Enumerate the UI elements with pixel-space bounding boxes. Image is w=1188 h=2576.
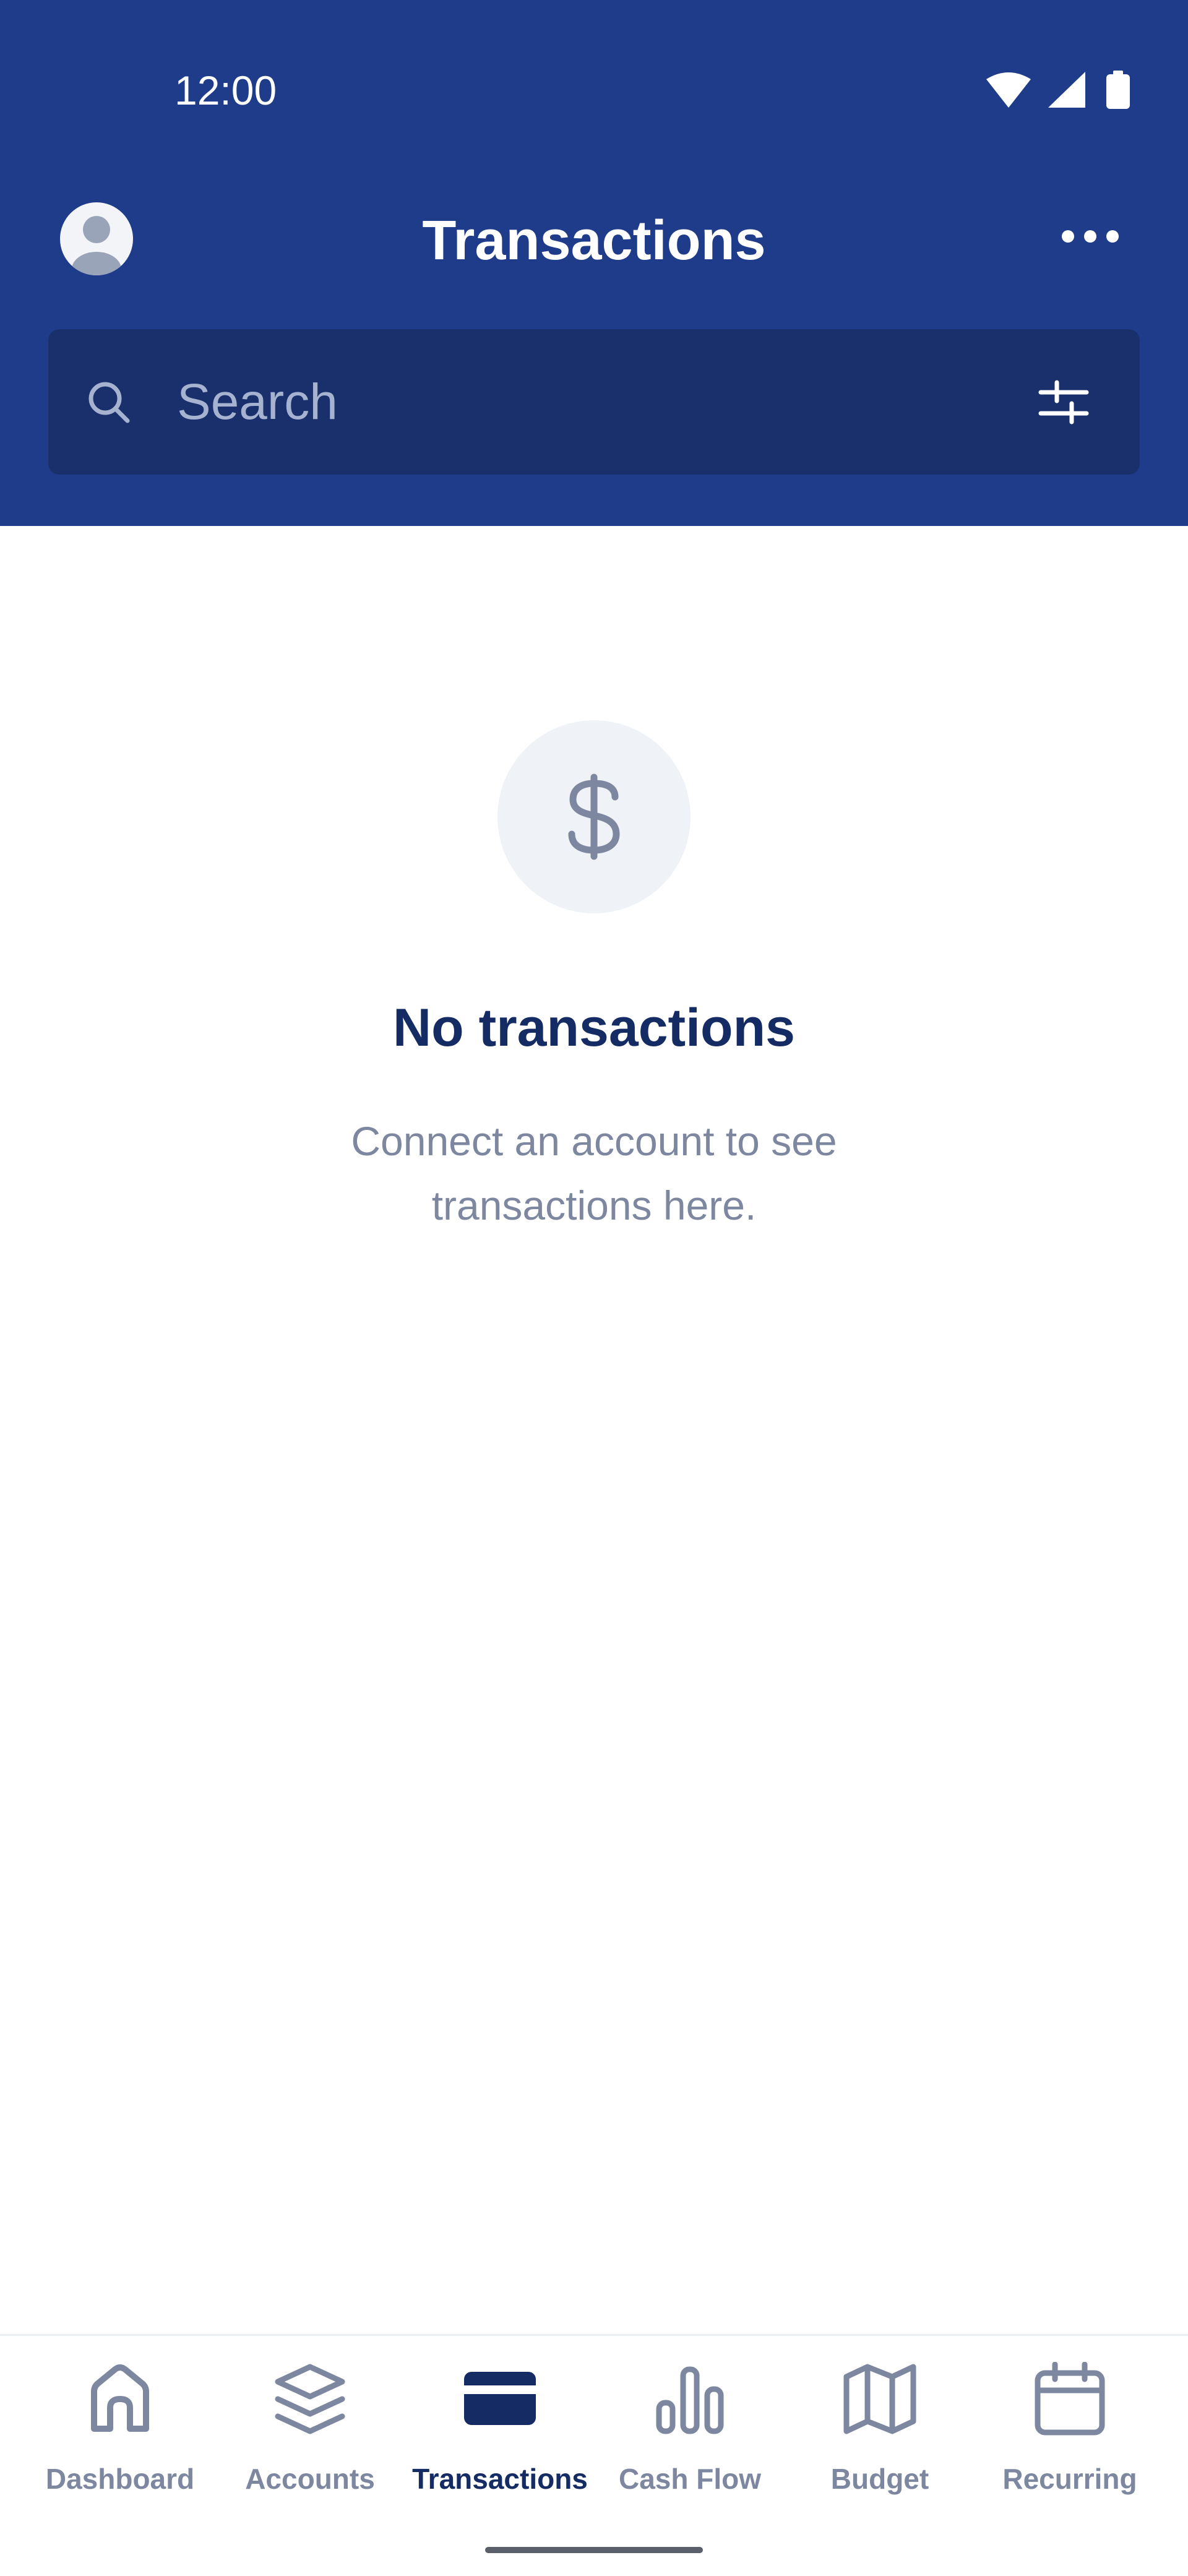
empty-state-message-line1: Connect an account to see	[351, 1118, 837, 1164]
search-icon	[88, 382, 130, 423]
page-title: Transactions	[422, 210, 766, 272]
empty-state-message: Connect an account to see transactions h…	[285, 1109, 903, 1238]
search-bar[interactable]	[48, 329, 1140, 475]
dollar-icon	[568, 773, 620, 860]
battery-icon	[1106, 74, 1130, 109]
status-time: 12:00	[174, 67, 277, 113]
tab-dashboard[interactable]: Dashboard	[25, 2336, 215, 2515]
tab-budget-label: Budget	[830, 2463, 929, 2495]
bottom-tab-bar: Dashboard Accounts Transactions Cash Flo…	[0, 2334, 1188, 2576]
calendar-icon	[1035, 2362, 1105, 2436]
empty-state-illustration	[497, 720, 691, 913]
bar-chart-icon	[656, 2366, 724, 2434]
tab-accounts-label: Accounts	[245, 2463, 375, 2495]
map-icon	[843, 2364, 916, 2434]
filter-sliders-icon[interactable]	[1038, 377, 1089, 427]
app-header: 12:00 Transactions	[0, 0, 1188, 526]
signal-icon	[1048, 72, 1085, 108]
tab-accounts[interactable]: Accounts	[215, 2336, 405, 2515]
home-icon	[91, 2364, 149, 2432]
tab-recurring-label: Recurring	[1002, 2463, 1137, 2495]
tab-transactions[interactable]: Transactions	[405, 2336, 595, 2515]
layers-icon	[275, 2364, 345, 2434]
wifi-icon	[986, 72, 1031, 108]
empty-state-title: No transactions	[393, 998, 795, 1058]
search-input[interactable]	[176, 368, 983, 437]
tab-cash-flow[interactable]: Cash Flow	[595, 2336, 785, 2515]
tab-transactions-label: Transactions	[412, 2463, 588, 2495]
more-options-icon[interactable]	[1059, 224, 1121, 249]
tab-cash-flow-label: Cash Flow	[618, 2463, 762, 2495]
empty-state-message-line2: transactions here.	[431, 1182, 757, 1228]
tab-recurring[interactable]: Recurring	[975, 2336, 1165, 2515]
status-icons	[986, 71, 1130, 109]
tab-dashboard-label: Dashboard	[45, 2463, 195, 2495]
home-indicator[interactable]	[485, 2547, 703, 2553]
tab-budget[interactable]: Budget	[785, 2336, 975, 2515]
credit-card-icon	[464, 2372, 536, 2425]
